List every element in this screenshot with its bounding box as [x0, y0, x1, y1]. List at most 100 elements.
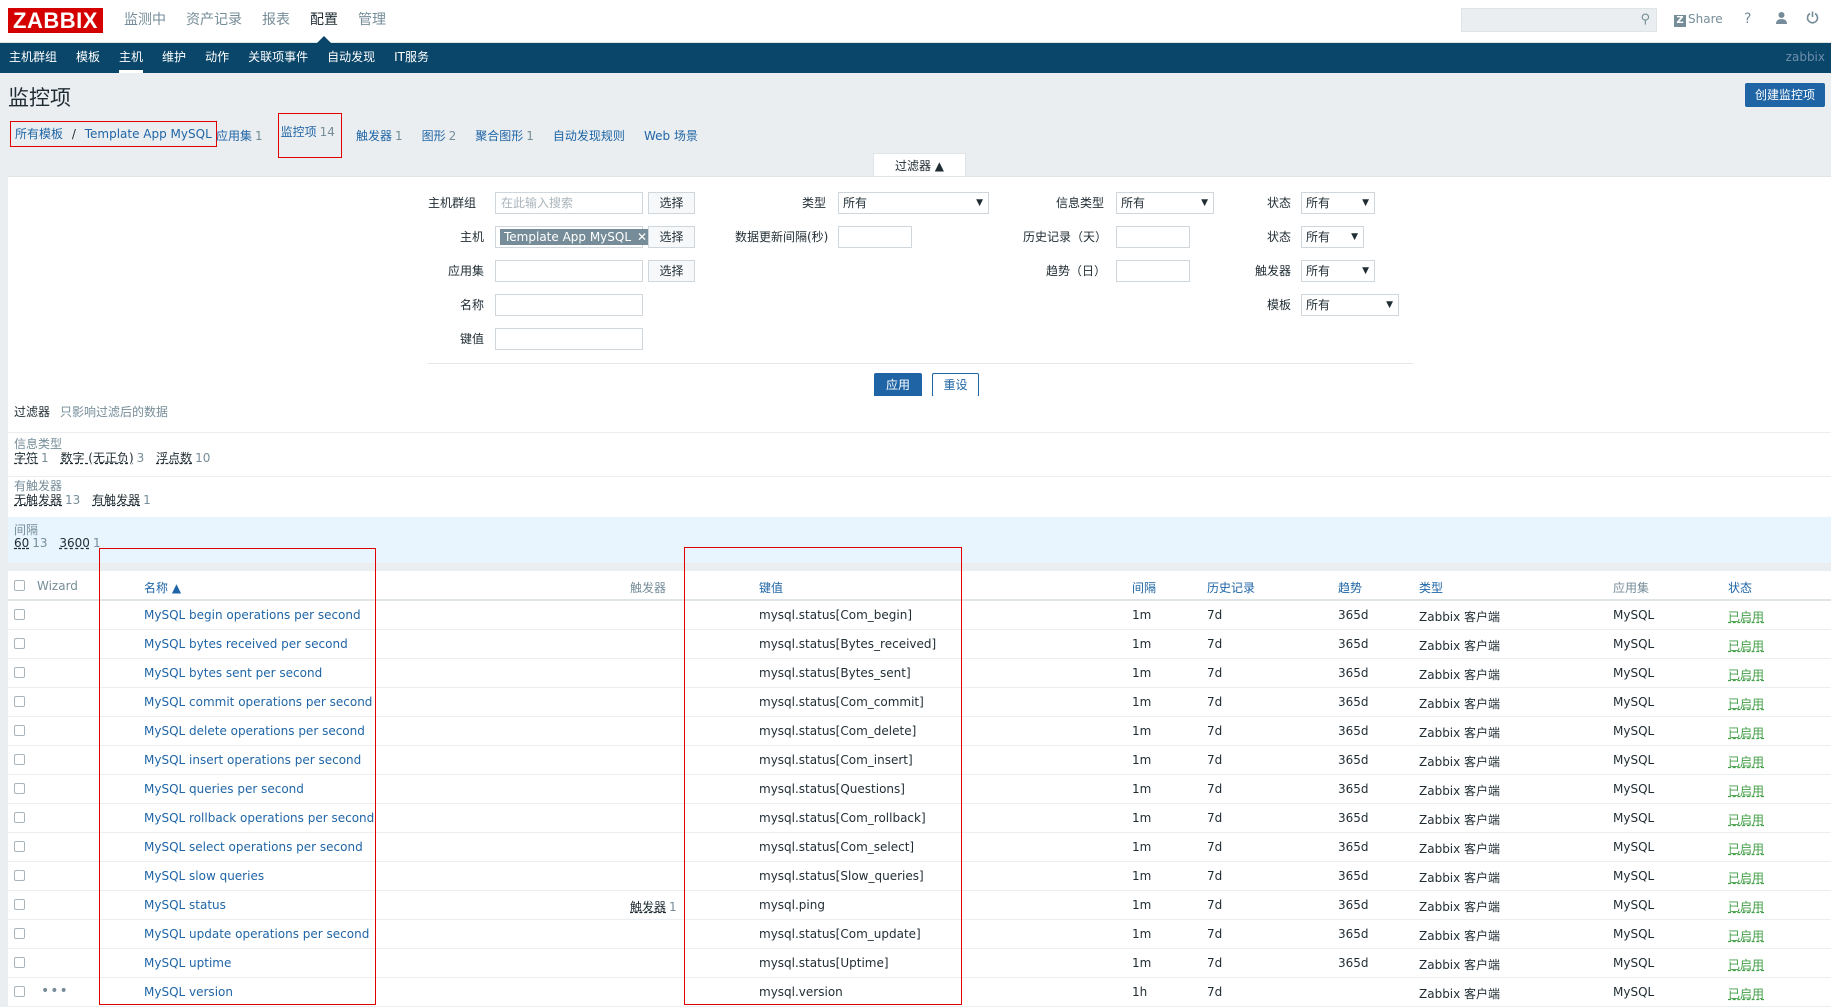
- col-trends[interactable]: 趋势: [1338, 579, 1362, 596]
- item-name-link[interactable]: MySQL commit operations per second: [144, 695, 372, 709]
- menu-inventory[interactable]: 资产记录: [176, 0, 252, 42]
- item-name-link[interactable]: MySQL insert operations per second: [144, 753, 361, 767]
- name-input[interactable]: [495, 294, 643, 316]
- template-select[interactable]: 所有 ▼: [1301, 294, 1399, 316]
- item-name-link[interactable]: MySQL select operations per second: [144, 840, 363, 854]
- row-checkbox[interactable]: [14, 783, 25, 794]
- item-name-link[interactable]: MySQL status: [144, 898, 226, 912]
- type-select[interactable]: 所有 ▼: [838, 192, 989, 214]
- nav-applications[interactable]: 应用集 1: [216, 127, 263, 144]
- key-input[interactable]: [495, 328, 643, 350]
- item-status-toggle[interactable]: 已启用: [1728, 608, 1764, 625]
- submenu-host-groups[interactable]: 主机群组: [0, 43, 67, 73]
- reset-button[interactable]: 重设: [932, 373, 979, 397]
- col-name[interactable]: 名称 ▲: [144, 579, 181, 596]
- item-name-link[interactable]: MySQL delete operations per second: [144, 724, 365, 738]
- row-checkbox[interactable]: [14, 609, 25, 620]
- row-checkbox[interactable]: [14, 667, 25, 678]
- subfilter-value[interactable]: 浮点数: [156, 451, 192, 465]
- history-input[interactable]: [1116, 226, 1190, 248]
- nav-web-scenarios[interactable]: Web 场景: [644, 127, 698, 144]
- interval-input[interactable]: [838, 226, 912, 248]
- row-checkbox[interactable]: [14, 841, 25, 852]
- host-select-button[interactable]: 选择: [648, 226, 695, 248]
- subfilter-value[interactable]: 数字 (无正负): [60, 451, 133, 465]
- row-checkbox[interactable]: [14, 754, 25, 765]
- col-type[interactable]: 类型: [1419, 579, 1443, 596]
- item-name-link[interactable]: MySQL begin operations per second: [144, 608, 361, 622]
- host-group-select-button[interactable]: 选择: [648, 192, 695, 214]
- subfilter-value[interactable]: 3600: [59, 536, 90, 550]
- info-type-select[interactable]: 所有 ▼: [1116, 192, 1214, 214]
- filter-tab[interactable]: 过滤器 ▲: [873, 153, 966, 178]
- state-select[interactable]: 所有 ▼: [1301, 192, 1375, 214]
- item-status-toggle[interactable]: 已启用: [1728, 898, 1764, 915]
- item-name-link[interactable]: MySQL bytes received per second: [144, 637, 348, 651]
- item-status-toggle[interactable]: 已启用: [1728, 666, 1764, 683]
- host-input[interactable]: Template App MySQL ✕: [495, 226, 652, 248]
- host-group-input[interactable]: 在此输入搜索: [495, 192, 643, 214]
- subfilter-value[interactable]: 无触发器: [14, 493, 62, 507]
- row-checkbox[interactable]: [14, 928, 25, 939]
- menu-reports[interactable]: 报表: [252, 0, 300, 42]
- item-name-link[interactable]: MySQL queries per second: [144, 782, 304, 796]
- apply-button[interactable]: 应用: [874, 373, 922, 397]
- row-checkbox[interactable]: [14, 957, 25, 968]
- create-item-button[interactable]: 创建监控项: [1745, 83, 1825, 107]
- item-status-toggle[interactable]: 已启用: [1728, 724, 1764, 741]
- breadcrumb-template[interactable]: Template App MySQL: [85, 127, 212, 141]
- menu-monitoring[interactable]: 监测中: [114, 0, 176, 42]
- item-status-toggle[interactable]: 已启用: [1728, 927, 1764, 944]
- item-status-toggle[interactable]: 已启用: [1728, 695, 1764, 712]
- submenu-it-services[interactable]: IT服务: [385, 43, 439, 73]
- triggers-select[interactable]: 所有 ▼: [1301, 260, 1375, 282]
- question-icon[interactable]: ?: [1744, 11, 1751, 27]
- item-triggers-label[interactable]: 触发器: [630, 900, 666, 914]
- menu-configuration[interactable]: 配置: [300, 0, 348, 43]
- subfilter-value[interactable]: 有触发器: [92, 493, 140, 507]
- wizard-menu-icon[interactable]: •••: [41, 983, 69, 999]
- share-link[interactable]: Z Share: [1674, 12, 1723, 27]
- item-status-toggle[interactable]: 已启用: [1728, 840, 1764, 857]
- submenu-maintenance[interactable]: 维护: [153, 43, 196, 73]
- item-name-link[interactable]: MySQL version: [144, 985, 233, 999]
- item-status-toggle[interactable]: 已启用: [1728, 956, 1764, 973]
- submenu-correlation[interactable]: 关联项事件: [239, 43, 318, 73]
- submenu-actions[interactable]: 动作: [196, 43, 239, 73]
- submenu-discovery[interactable]: 自动发现: [318, 43, 385, 73]
- row-checkbox[interactable]: [14, 899, 25, 910]
- item-status-toggle[interactable]: 已启用: [1728, 753, 1764, 770]
- subfilter-value[interactable]: 字符: [14, 451, 38, 465]
- row-checkbox[interactable]: [14, 638, 25, 649]
- item-name-link[interactable]: MySQL bytes sent per second: [144, 666, 322, 680]
- remove-tag-icon[interactable]: ✕: [637, 230, 647, 244]
- nav-items[interactable]: 监控项 14: [277, 112, 342, 158]
- item-name-link[interactable]: MySQL update operations per second: [144, 927, 369, 941]
- subfilter-value[interactable]: 60: [14, 536, 29, 550]
- application-select-button[interactable]: 选择: [648, 260, 695, 282]
- col-history[interactable]: 历史记录: [1207, 579, 1255, 596]
- nav-triggers[interactable]: 触发器 1: [356, 127, 403, 144]
- item-name-link[interactable]: MySQL rollback operations per second: [144, 811, 374, 825]
- nav-screens[interactable]: 聚合图形 1: [475, 127, 534, 144]
- item-name-link[interactable]: MySQL slow queries: [144, 869, 264, 883]
- item-status-toggle[interactable]: 已启用: [1728, 985, 1764, 1002]
- row-checkbox[interactable]: [14, 725, 25, 736]
- nav-graphs[interactable]: 图形 2: [422, 127, 457, 144]
- item-status-toggle[interactable]: 已启用: [1728, 869, 1764, 886]
- row-checkbox[interactable]: [14, 696, 25, 707]
- search-icon[interactable]: ⚲: [1640, 12, 1650, 27]
- item-status-toggle[interactable]: 已启用: [1728, 782, 1764, 799]
- col-status[interactable]: 状态: [1728, 579, 1752, 596]
- trends-input[interactable]: [1116, 260, 1190, 282]
- row-checkbox[interactable]: [14, 812, 25, 823]
- col-key[interactable]: 键值: [759, 579, 783, 596]
- col-interval[interactable]: 间隔: [1132, 579, 1156, 596]
- application-input[interactable]: [495, 260, 643, 282]
- submenu-hosts[interactable]: 主机: [110, 43, 153, 73]
- item-status-toggle[interactable]: 已启用: [1728, 637, 1764, 654]
- status-select[interactable]: 所有 ▼: [1301, 226, 1364, 248]
- row-checkbox[interactable]: [14, 986, 25, 997]
- select-all-checkbox[interactable]: [14, 580, 25, 591]
- item-triggers-link[interactable]: 触发器 1: [630, 898, 677, 915]
